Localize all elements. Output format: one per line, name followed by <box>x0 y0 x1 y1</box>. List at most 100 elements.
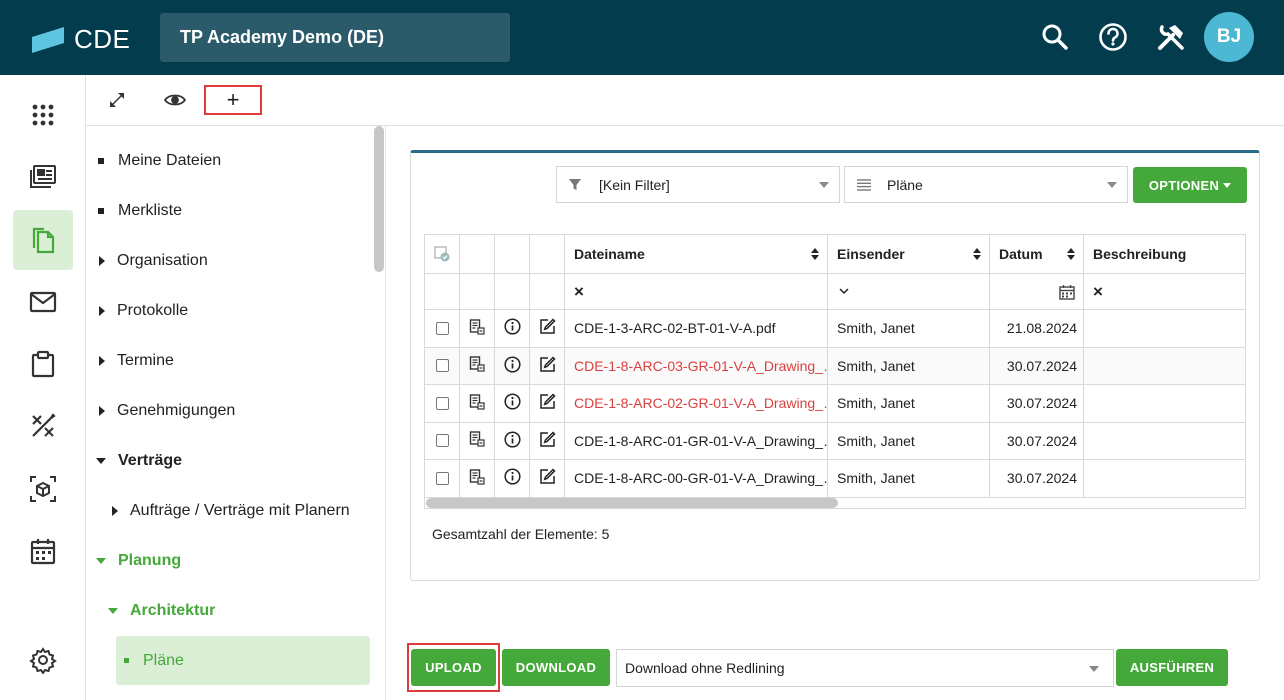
row-checkbox[interactable] <box>435 359 449 373</box>
filter-select[interactable]: [Kein Filter] <box>556 166 840 203</box>
info-icon[interactable] <box>503 468 521 488</box>
document-list-icon[interactable] <box>469 319 485 338</box>
tree-item-architektur[interactable]: Architektur <box>108 591 215 631</box>
edit-icon[interactable] <box>539 356 556 376</box>
row-info-cell[interactable] <box>495 422 530 460</box>
row-select-cell[interactable] <box>425 310 460 348</box>
row-details-cell[interactable] <box>460 460 495 498</box>
row-details-cell[interactable] <box>460 422 495 460</box>
apps-grid-icon[interactable] <box>13 85 73 145</box>
clear-filter-beschreibung[interactable]: × <box>1084 274 1245 310</box>
file-name-cell[interactable]: CDE-1-8-ARC-02-GR-01-V-A_Drawing_… <box>565 385 828 423</box>
row-edit-cell[interactable] <box>530 347 565 385</box>
row-select-cell[interactable] <box>425 422 460 460</box>
project-selector[interactable]: TP Academy Demo (DE) <box>160 13 510 62</box>
file-name-link[interactable]: CDE-1-8-ARC-02-GR-01-V-A_Drawing_… <box>574 395 827 411</box>
mail-icon[interactable] <box>13 272 73 332</box>
document-list-icon[interactable] <box>469 469 485 488</box>
info-icon[interactable] <box>503 318 521 338</box>
tree-item-planung[interactable]: Planung <box>96 541 181 581</box>
info-icon[interactable] <box>503 356 521 376</box>
caret-down-icon[interactable] <box>96 558 106 564</box>
tree-item-vertraege[interactable]: Verträge <box>96 441 182 481</box>
row-select-cell[interactable] <box>425 460 460 498</box>
file-name-link[interactable]: CDE-1-8-ARC-03-GR-01-V-A_Drawing_… <box>574 358 827 374</box>
row-edit-cell[interactable] <box>530 460 565 498</box>
row-checkbox[interactable] <box>435 396 449 410</box>
row-select-cell[interactable] <box>425 347 460 385</box>
caret-right-icon[interactable] <box>99 356 105 366</box>
caret-right-icon[interactable] <box>112 506 118 516</box>
caret-right-icon[interactable] <box>99 256 105 266</box>
row-edit-cell[interactable] <box>530 310 565 348</box>
view-select[interactable]: Pläne <box>844 166 1128 203</box>
row-info-cell[interactable] <box>495 310 530 348</box>
edit-icon[interactable] <box>539 318 556 338</box>
document-list-icon[interactable] <box>469 394 485 413</box>
document-list-icon[interactable] <box>469 431 485 450</box>
tree-item-merkliste[interactable]: Merkliste <box>98 191 182 231</box>
caret-down-icon[interactable] <box>108 608 118 614</box>
close-icon[interactable]: × <box>1093 282 1103 302</box>
tree-item-termine[interactable]: Termine <box>99 341 174 381</box>
row-details-cell[interactable] <box>460 310 495 348</box>
table-scrollbar[interactable] <box>426 498 838 508</box>
search-icon[interactable] <box>1040 22 1070 52</box>
tree-scrollbar[interactable] <box>374 126 384 272</box>
column-header-dateiname[interactable]: Dateiname <box>565 235 828 274</box>
column-header-einsender[interactable]: Einsender <box>828 235 990 274</box>
file-name-cell[interactable]: CDE-1-8-ARC-01-GR-01-V-A_Drawing_… <box>565 422 828 460</box>
row-info-cell[interactable] <box>495 385 530 423</box>
sort-icon[interactable] <box>973 248 981 260</box>
row-checkbox[interactable] <box>435 321 449 335</box>
file-name-link[interactable]: CDE-1-8-ARC-01-GR-01-V-A_Drawing_… <box>574 433 827 449</box>
options-button[interactable]: OPTIONEN <box>1133 167 1247 203</box>
calendar-icon[interactable] <box>13 521 73 581</box>
dashboard-icon[interactable] <box>13 147 73 207</box>
calendar-icon[interactable] <box>1059 284 1075 300</box>
collapse-icon[interactable] <box>88 85 146 115</box>
edit-icon[interactable] <box>539 431 556 451</box>
file-name-link[interactable]: CDE-1-8-ARC-00-GR-01-V-A_Drawing_… <box>574 470 827 486</box>
row-info-cell[interactable] <box>495 460 530 498</box>
caret-right-icon[interactable] <box>99 406 105 416</box>
clipboard-icon[interactable] <box>13 334 73 394</box>
upload-button[interactable]: UPLOAD <box>411 649 496 686</box>
add-button[interactable]: + <box>204 85 262 115</box>
tree-item-plaene[interactable]: Pläne <box>116 636 370 685</box>
tree-item-meine-dateien[interactable]: Meine Dateien <box>98 141 221 181</box>
eye-icon[interactable] <box>146 85 204 115</box>
app-logo[interactable]: CDE <box>32 24 130 55</box>
edit-icon[interactable] <box>539 393 556 413</box>
download-option-select[interactable]: Download ohne Redlining <box>616 649 1114 687</box>
row-checkbox[interactable] <box>435 471 449 485</box>
row-select-cell[interactable] <box>425 385 460 423</box>
file-name-link[interactable]: CDE-1-3-ARC-02-BT-01-V-A.pdf <box>574 320 776 336</box>
documents-icon[interactable] <box>13 210 73 270</box>
download-button[interactable]: DOWNLOAD <box>502 649 610 686</box>
filter-einsender[interactable] <box>828 274 990 310</box>
row-edit-cell[interactable] <box>530 422 565 460</box>
file-name-cell[interactable]: CDE-1-8-ARC-00-GR-01-V-A_Drawing_… <box>565 460 828 498</box>
chevron-down-icon[interactable] <box>839 288 849 295</box>
model-3d-icon[interactable] <box>13 459 73 519</box>
caret-right-icon[interactable] <box>99 306 105 316</box>
row-info-cell[interactable] <box>495 347 530 385</box>
row-details-cell[interactable] <box>460 347 495 385</box>
execute-button[interactable]: AUSFÜHREN <box>1116 649 1228 686</box>
filter-datum[interactable] <box>990 274 1084 310</box>
clear-filter-dateiname[interactable]: × <box>565 274 828 310</box>
row-checkbox[interactable] <box>435 434 449 448</box>
sort-icon[interactable] <box>811 248 819 260</box>
tree-item-protokolle[interactable]: Protokolle <box>99 291 188 331</box>
row-details-cell[interactable] <box>460 385 495 423</box>
select-all-cell[interactable] <box>425 235 460 274</box>
column-header-datum[interactable]: Datum <box>990 235 1084 274</box>
file-name-cell[interactable]: CDE-1-3-ARC-02-BT-01-V-A.pdf <box>565 310 828 348</box>
column-header-beschreibung[interactable]: Beschreibung <box>1084 235 1245 274</box>
file-name-cell[interactable]: CDE-1-8-ARC-03-GR-01-V-A_Drawing_… <box>565 347 828 385</box>
tree-item-auftraege[interactable]: Aufträge / Verträge mit Planern <box>112 491 350 531</box>
caret-down-icon[interactable] <box>96 458 106 464</box>
close-icon[interactable]: × <box>574 282 584 302</box>
document-list-icon[interactable] <box>469 356 485 375</box>
